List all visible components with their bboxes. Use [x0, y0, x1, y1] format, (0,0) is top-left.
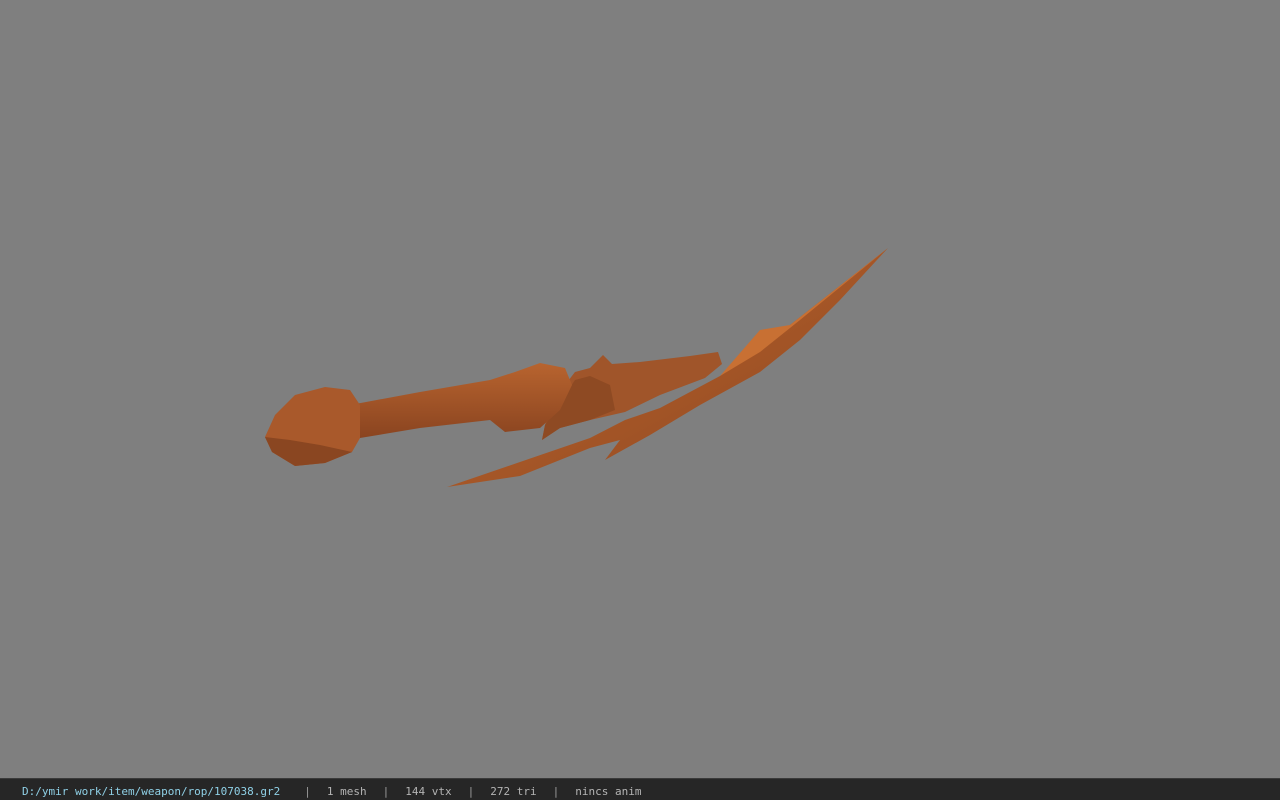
mesh-count: 1 mesh: [326, 785, 367, 798]
anim-status: nincs anim: [575, 785, 642, 798]
separator: |: [467, 785, 475, 798]
file-path: D:/ymir work/item/weapon/rop/107038.gr2: [22, 785, 281, 798]
blade-edge: [720, 248, 888, 376]
status-bar: D:/ymir work/item/weapon/rop/107038.gr2 |…: [0, 778, 1280, 800]
handle: [350, 363, 572, 438]
triangle-count: 272 tri: [490, 785, 537, 798]
separator: |: [382, 785, 390, 798]
vertex-count: 144 vtx: [405, 785, 452, 798]
separator: |: [552, 785, 560, 798]
separator: |: [304, 785, 311, 798]
weapon-model: [265, 248, 888, 487]
model-viewport[interactable]: [0, 0, 1280, 778]
